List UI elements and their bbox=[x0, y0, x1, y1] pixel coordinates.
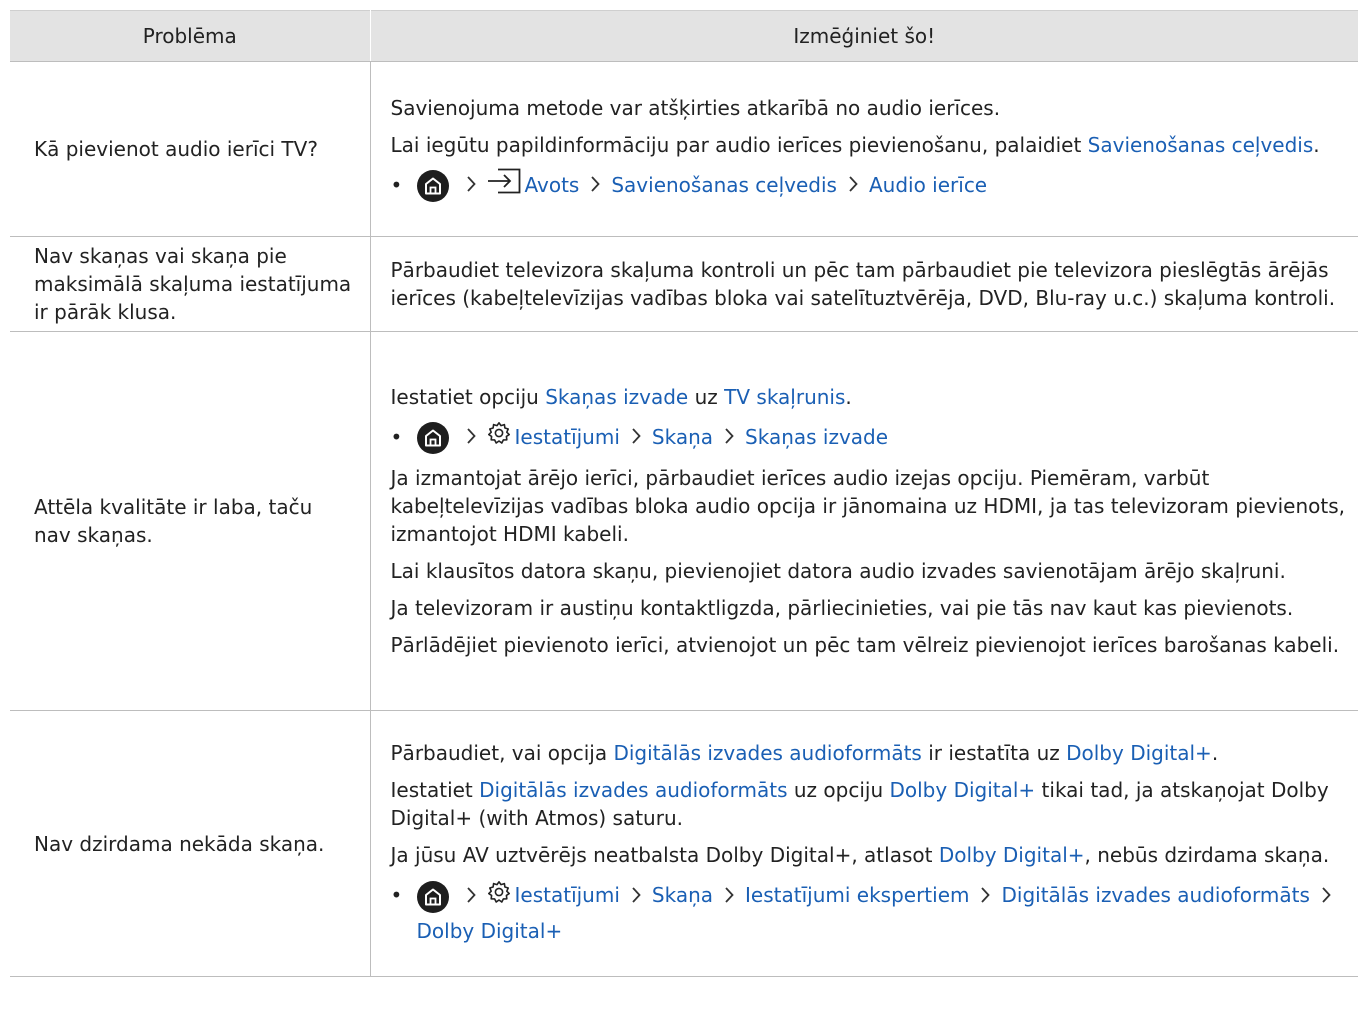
solution-cell: Savienojuma metode var atšķirties atkarī… bbox=[370, 61, 1358, 237]
solution-cell: Iestatiet opciju Skaņas izvade uz TV ska… bbox=[370, 331, 1358, 711]
chevron-right-icon bbox=[626, 421, 646, 455]
chevron-right-icon bbox=[719, 880, 739, 914]
option-link[interactable]: Skaņas izvade bbox=[545, 385, 688, 409]
solution-paragraph: Pārbaudiet, vai opcija Digitālās izvades… bbox=[391, 739, 1355, 767]
source-input-icon bbox=[487, 168, 521, 204]
paragraph-text: . bbox=[1313, 132, 1320, 157]
menu-path-item: • Avots Savienošanas ceļvedis Audio ierīce bbox=[391, 168, 1355, 205]
solution-paragraph: Pārlādējiet pievienoto ierīci, atvienojo… bbox=[390, 633, 1340, 658]
path-item-link[interactable]: Dolby Digital+ bbox=[417, 919, 563, 943]
solution-paragraph: Iestatiet Digitālās izvades audioformāts… bbox=[391, 776, 1355, 832]
gear-icon bbox=[487, 421, 511, 455]
path-item-link[interactable]: Avots bbox=[525, 173, 580, 197]
chevron-right-icon bbox=[585, 169, 605, 203]
chevron-right-icon bbox=[719, 421, 739, 455]
chevron-right-icon bbox=[461, 169, 481, 203]
solution-paragraph: Iestatiet opciju Skaņas izvade uz TV ska… bbox=[391, 383, 1355, 411]
paragraph-text: uz opciju bbox=[787, 778, 890, 803]
chevron-right-icon bbox=[626, 880, 646, 914]
problem-cell: Nav skaņas vai skaņa pie maksimālā skaļu… bbox=[10, 236, 371, 332]
table-row: Nav dzirdama nekāda skaņa. Pārbaudiet, v… bbox=[10, 710, 1358, 977]
path-item-link[interactable]: Iestatījumi bbox=[515, 883, 620, 907]
problem-cell: Attēla kvalitāte ir laba, taču nav skaņa… bbox=[10, 331, 371, 711]
option-link[interactable]: Digitālās izvades audioformāts bbox=[613, 741, 921, 765]
gear-icon bbox=[487, 880, 511, 914]
guide-link[interactable]: Savienošanas ceļvedis bbox=[1088, 133, 1314, 157]
home-icon bbox=[416, 422, 449, 455]
bullet: • bbox=[390, 883, 403, 908]
chevron-right-icon bbox=[843, 169, 863, 203]
paragraph-text: Ja jūsu AV uztvērējs neatbalsta Dolby Di… bbox=[390, 843, 939, 868]
paragraph-text: . bbox=[845, 384, 852, 409]
path-item-link[interactable]: Skaņa bbox=[652, 425, 713, 449]
troubleshooting-table: Problēma Izmēģiniet šo! Kā pievienot aud… bbox=[10, 10, 1358, 977]
path-item-link[interactable]: Skaņa bbox=[652, 883, 713, 907]
menu-path-item: • Iestatījumi Skaņa Iestatījumi ekspertiem… bbox=[391, 878, 1355, 948]
option-link[interactable]: TV skaļrunis bbox=[724, 385, 845, 409]
paragraph-text: Pārbaudiet, vai opcija bbox=[390, 741, 614, 766]
home-icon bbox=[416, 880, 449, 913]
menu-path: Iestatījumi Skaņa Iestatījumi ekspertiem Di… bbox=[416, 878, 1355, 948]
column-header-solution: Izmēģiniet šo! bbox=[370, 10, 1358, 62]
menu-path: Iestatījumi Skaņa Skaņas izvade bbox=[416, 420, 888, 456]
option-link[interactable]: Digitālās izvades audioformāts bbox=[479, 778, 787, 802]
path-item-link[interactable]: Iestatījumi bbox=[515, 425, 620, 449]
solution-paragraph: Pārbaudiet televizora skaļuma kontroli u… bbox=[390, 258, 1336, 310]
solution-paragraph: Ja televizoram ir austiņu kontaktligzda,… bbox=[390, 596, 1294, 621]
solution-cell: Pārbaudiet, vai opcija Digitālās izvades… bbox=[370, 710, 1358, 977]
chevron-right-icon bbox=[975, 880, 995, 914]
problem-cell: Kā pievienot audio ierīci TV? bbox=[10, 61, 371, 237]
table-row: Attēla kvalitāte ir laba, taču nav skaņa… bbox=[10, 331, 1358, 711]
table-header-row: Problēma Izmēģiniet šo! bbox=[10, 10, 1358, 62]
option-link[interactable]: Dolby Digital+ bbox=[1066, 741, 1212, 765]
path-item-link[interactable]: Skaņas izvade bbox=[745, 425, 888, 449]
solution-paragraph: Savienojuma metode var atšķirties atkarī… bbox=[390, 95, 1001, 120]
path-item-link[interactable]: Iestatījumi ekspertiem bbox=[745, 883, 969, 907]
paragraph-text: Iestatiet bbox=[390, 778, 480, 803]
solution-paragraph: Ja jūsu AV uztvērējs neatbalsta Dolby Di… bbox=[391, 841, 1355, 869]
chevron-right-icon bbox=[461, 421, 481, 455]
bullet: • bbox=[390, 424, 403, 449]
menu-path-item: • Iestatījumi Skaņa Skaņas izvade bbox=[391, 420, 1355, 456]
menu-path: Avots Savienošanas ceļvedis Audio ierīce bbox=[416, 168, 987, 205]
paragraph-text: uz bbox=[688, 384, 725, 409]
path-item-link[interactable]: Savienošanas ceļvedis bbox=[611, 173, 837, 197]
solution-cell: Pārbaudiet televizora skaļuma kontroli u… bbox=[370, 236, 1358, 332]
chevron-right-icon bbox=[1316, 880, 1336, 914]
solution-paragraph: Ja izmantojat ārējo ierīci, pārbaudiet i… bbox=[390, 466, 1346, 547]
solution-paragraph: Lai klausītos datora skaņu, pievienojiet… bbox=[390, 559, 1286, 584]
paragraph-text: Iestatiet opciju bbox=[390, 384, 546, 409]
table-row: Kā pievienot audio ierīci TV? Savienojum… bbox=[10, 61, 1358, 237]
option-link[interactable]: Dolby Digital+ bbox=[889, 778, 1035, 802]
table-row: Nav skaņas vai skaņa pie maksimālā skaļu… bbox=[10, 236, 1358, 332]
column-header-problem: Problēma bbox=[10, 10, 371, 62]
home-icon bbox=[416, 170, 449, 203]
paragraph-text: Lai iegūtu papildinformāciju par audio i… bbox=[390, 132, 1088, 157]
option-link[interactable]: Dolby Digital+ bbox=[939, 843, 1085, 867]
problem-cell: Nav dzirdama nekāda skaņa. bbox=[10, 710, 371, 977]
path-item-link[interactable]: Audio ierīce bbox=[869, 173, 987, 197]
paragraph-text: . bbox=[1211, 741, 1219, 766]
solution-paragraph: Lai iegūtu papildinformāciju par audio i… bbox=[391, 131, 1355, 159]
bullet: • bbox=[390, 172, 403, 197]
path-item-link[interactable]: Digitālās izvades audioformāts bbox=[1001, 883, 1309, 907]
paragraph-text: ir iestatīta uz bbox=[921, 741, 1067, 766]
chevron-right-icon bbox=[461, 880, 481, 914]
paragraph-text: , nebūs dzirdama skaņa. bbox=[1084, 843, 1330, 868]
